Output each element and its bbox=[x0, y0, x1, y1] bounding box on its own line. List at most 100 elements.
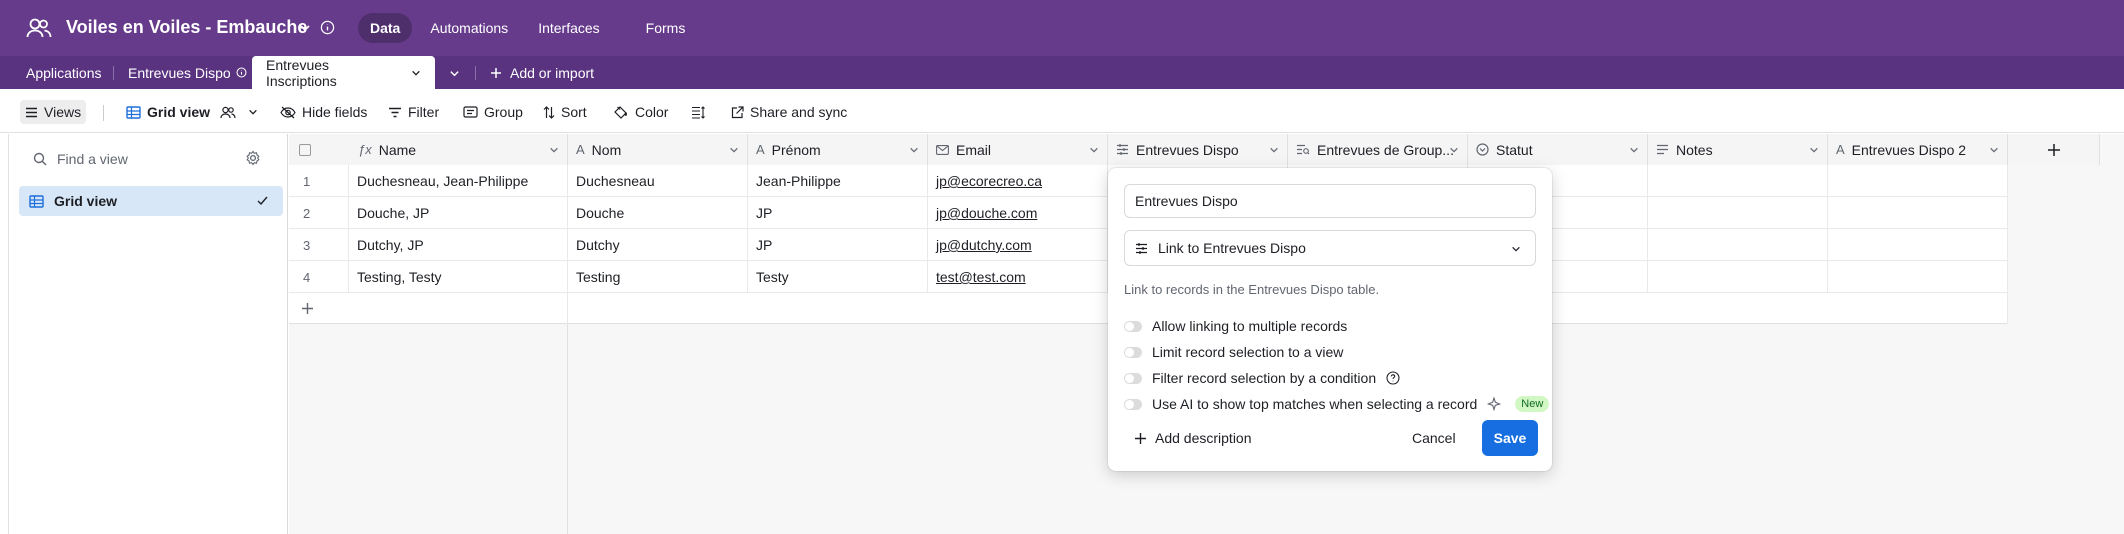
chevron-down-icon[interactable] bbox=[549, 145, 559, 155]
group-button[interactable]: Group bbox=[458, 100, 528, 124]
column-label: Entrevues Dispo 2 bbox=[1851, 141, 1967, 158]
cell-email[interactable]: jp@ecorecreo.ca bbox=[928, 165, 1108, 197]
base-switcher-icon[interactable] bbox=[26, 16, 52, 40]
info-icon[interactable] bbox=[320, 20, 335, 35]
column-header-prenom[interactable]: A Prénom bbox=[748, 134, 928, 165]
chevron-down-icon[interactable] bbox=[411, 68, 421, 78]
hide-fields-button[interactable]: Hide fields bbox=[275, 100, 372, 124]
option-filter-condition[interactable]: Filter record selection by a condition bbox=[1124, 368, 1400, 388]
views-toggle-button[interactable]: Views bbox=[20, 100, 87, 124]
color-label: Color bbox=[635, 104, 669, 120]
field-type-select[interactable]: Link to Entrevues Dispo bbox=[1124, 230, 1536, 266]
cell-prenom[interactable]: JP bbox=[748, 229, 928, 261]
add-field-button[interactable] bbox=[2008, 134, 2100, 165]
tab-applications[interactable]: Applications bbox=[12, 56, 116, 89]
cell-email[interactable]: test@test.com bbox=[928, 261, 1108, 293]
find-view-search[interactable]: Find a view bbox=[33, 146, 273, 172]
filter-icon bbox=[389, 107, 401, 117]
plus-icon bbox=[2047, 143, 2060, 156]
tab-entrevues-inscriptions[interactable]: Entrevues Inscriptions bbox=[252, 56, 435, 89]
gear-icon[interactable] bbox=[245, 150, 261, 166]
chevron-down-icon[interactable] bbox=[1269, 145, 1279, 155]
toggle-switch[interactable] bbox=[1124, 320, 1142, 332]
option-ai-top-matches[interactable]: Use AI to show top matches when selectin… bbox=[1124, 394, 1550, 414]
grid-view-switcher[interactable]: Grid view bbox=[121, 100, 263, 124]
grid-icon bbox=[29, 194, 44, 208]
column-header-nom[interactable]: A Nom bbox=[568, 134, 748, 165]
chevron-down-icon[interactable] bbox=[1629, 145, 1639, 155]
nav-forms[interactable]: Forms bbox=[634, 13, 698, 43]
tab-entrevues-dispo[interactable]: Entrevues Dispo bbox=[114, 56, 261, 89]
column-header-name[interactable]: ƒx Name bbox=[289, 134, 568, 165]
cell-name[interactable]: Douche, JP bbox=[349, 197, 568, 229]
chevron-down-icon[interactable] bbox=[909, 145, 919, 155]
cell-prenom[interactable]: Jean-Philippe bbox=[748, 165, 928, 197]
column-label: Entrevues de Group... bbox=[1317, 141, 1454, 158]
help-icon[interactable] bbox=[1386, 371, 1400, 385]
chevron-down-icon[interactable] bbox=[299, 22, 311, 34]
cancel-button[interactable]: Cancel bbox=[1412, 430, 1456, 446]
column-header-entrevues-de-group[interactable]: Entrevues de Group... bbox=[1288, 134, 1468, 165]
column-label: Nom bbox=[591, 141, 622, 158]
column-header-email[interactable]: Email bbox=[928, 134, 1108, 165]
column-header-statut[interactable]: Statut bbox=[1468, 134, 1648, 165]
cell-nom[interactable]: Duchesneau bbox=[568, 165, 748, 197]
nav-automations[interactable]: Automations bbox=[418, 13, 520, 43]
chevron-down-icon[interactable] bbox=[1449, 145, 1459, 155]
cell-nom[interactable]: Douche bbox=[568, 197, 748, 229]
base-title[interactable]: Voiles en Voiles - Embauche bbox=[66, 17, 307, 38]
cell-notes[interactable] bbox=[1648, 165, 1828, 197]
option-multiple-records[interactable]: Allow linking to multiple records bbox=[1124, 316, 1347, 336]
save-button[interactable]: Save bbox=[1482, 420, 1538, 456]
sidebar-item-grid-view[interactable]: Grid view bbox=[19, 186, 283, 216]
option-limit-to-view[interactable]: Limit record selection to a view bbox=[1124, 342, 1343, 362]
cell-notes[interactable] bbox=[1648, 261, 1828, 293]
nav-data[interactable]: Data bbox=[358, 13, 413, 43]
nav-interfaces[interactable]: Interfaces bbox=[526, 13, 611, 43]
add-record-button[interactable] bbox=[289, 293, 568, 324]
cell-name[interactable]: Testing, Testy bbox=[349, 261, 568, 293]
cell-nom[interactable]: Dutchy bbox=[568, 229, 748, 261]
field-name-input[interactable]: Entrevues Dispo bbox=[1124, 184, 1536, 218]
add-or-import-button[interactable]: Add or import bbox=[476, 56, 608, 89]
cell-notes[interactable] bbox=[1648, 197, 1828, 229]
cell-email[interactable]: jp@dutchy.com bbox=[928, 229, 1108, 261]
column-header-entrevues-dispo[interactable]: Entrevues Dispo bbox=[1108, 134, 1288, 165]
toggle-switch[interactable] bbox=[1124, 346, 1142, 358]
column-header-entrevues-dispo-2[interactable]: A Entrevues Dispo 2 bbox=[1828, 134, 2008, 165]
cell-name[interactable]: Duchesneau, Jean-Philippe bbox=[349, 165, 568, 197]
toggle-switch[interactable] bbox=[1124, 398, 1142, 410]
chevron-down-icon[interactable] bbox=[729, 145, 739, 155]
row-height-icon bbox=[692, 105, 705, 119]
sort-button[interactable]: Sort bbox=[538, 100, 592, 124]
share-and-sync-button[interactable]: Share and sync bbox=[726, 100, 852, 124]
chevron-down-icon bbox=[249, 109, 257, 115]
toggle-switch[interactable] bbox=[1124, 372, 1142, 384]
row-number: 1 bbox=[289, 165, 349, 197]
cell-notes[interactable] bbox=[1648, 229, 1828, 261]
plus-icon bbox=[302, 303, 313, 314]
cell-entrevues-dispo-2[interactable] bbox=[1828, 229, 2008, 261]
cell-prenom[interactable]: JP bbox=[748, 197, 928, 229]
grid-view-label: Grid view bbox=[147, 104, 211, 120]
row-number: 3 bbox=[289, 229, 349, 261]
chevron-down-icon[interactable] bbox=[1989, 145, 1999, 155]
filter-button[interactable]: Filter bbox=[383, 100, 444, 124]
column-label: Email bbox=[956, 141, 992, 158]
all-tables-chevron-icon[interactable] bbox=[449, 68, 460, 79]
color-button[interactable]: Color bbox=[608, 100, 673, 124]
chevron-down-icon[interactable] bbox=[1809, 145, 1819, 155]
cell-entrevues-dispo-2[interactable] bbox=[1828, 165, 2008, 197]
collaborators-icon bbox=[220, 106, 236, 118]
column-header-notes[interactable]: Notes bbox=[1648, 134, 1828, 165]
add-description-button[interactable]: Add description bbox=[1134, 430, 1252, 446]
select-all-checkbox[interactable] bbox=[299, 143, 311, 156]
cell-entrevues-dispo-2[interactable] bbox=[1828, 261, 2008, 293]
chevron-down-icon[interactable] bbox=[1089, 145, 1099, 155]
cell-name[interactable]: Dutchy, JP bbox=[349, 229, 568, 261]
cell-email[interactable]: jp@douche.com bbox=[928, 197, 1108, 229]
cell-prenom[interactable]: Testy bbox=[748, 261, 928, 293]
cell-entrevues-dispo-2[interactable] bbox=[1828, 197, 2008, 229]
cell-nom[interactable]: Testing bbox=[568, 261, 748, 293]
row-height-button[interactable] bbox=[686, 100, 710, 124]
